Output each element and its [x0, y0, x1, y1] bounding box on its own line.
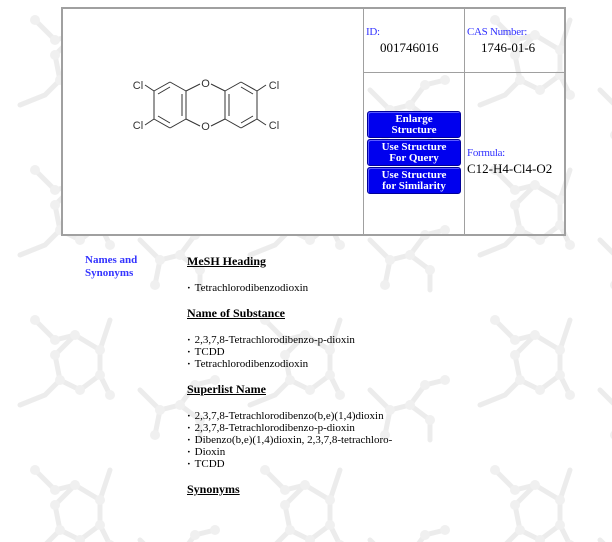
name-list: 2,3,7,8-Tetrachlorodibenzo(b,e)(1,4)diox…	[187, 410, 607, 470]
button-label-line: Use Structure	[381, 140, 447, 153]
bond	[144, 84, 155, 92]
button-label-line: for Similarity	[382, 179, 446, 192]
button-label-line: Structure	[391, 123, 437, 136]
names-and-synonyms-label: Names and Synonyms	[85, 254, 165, 280]
name-list: Tetrachlorodibenzodioxin	[187, 282, 607, 294]
atom-chlorine: Cl	[133, 80, 143, 92]
bond	[240, 118, 258, 129]
section-title: Name of Substance	[187, 306, 285, 320]
side-label-line: Names and	[85, 254, 138, 266]
section-name-of-substance: Name of Substance 2,3,7,8-Tetrachlorodib…	[187, 306, 607, 370]
id-cell: ID: 001746016	[364, 9, 465, 73]
section-synonyms: Synonyms	[187, 482, 607, 496]
chemical-structure-diagram: O O Cl Cl Cl Cl	[133, 78, 279, 133]
bond	[224, 118, 242, 129]
button-label-line: Use Structure	[381, 168, 447, 181]
formula-label: Formula:	[467, 147, 505, 159]
formula-value: C12-H4-Cl4-O2	[467, 161, 553, 176]
button-label-line: For Query	[389, 151, 439, 164]
id-value: 001746016	[380, 40, 439, 55]
list-item: 2,3,7,8-Tetrachlorodibenzo-p-dioxin	[187, 334, 607, 346]
bond	[185, 118, 201, 127]
section-mesh-heading: MeSH Heading Tetrachlorodibenzodioxin	[187, 254, 607, 294]
bond	[144, 118, 155, 126]
list-item: Dibenzo(b,e)(1,4)dioxin, 2,3,7,8-tetrach…	[187, 434, 607, 446]
bond	[210, 118, 226, 127]
atom-chlorine: Cl	[269, 120, 279, 132]
cas-cell: CAS Number: 1746-01-6	[465, 9, 564, 73]
formula-cell: Formula: C12-H4-Cl4-O2	[465, 73, 564, 234]
section-title: Synonyms	[187, 482, 240, 496]
compound-summary-table: O O Cl Cl Cl Cl ID: 001746016 CAS Number…	[61, 7, 566, 236]
cas-label: CAS Number:	[467, 26, 527, 38]
list-item: Dioxin	[187, 446, 607, 458]
id-label: ID:	[366, 26, 380, 38]
list-item: TCDD	[187, 346, 607, 358]
section-title: MeSH Heading	[187, 254, 267, 268]
button-label-line: Enlarge	[395, 112, 433, 125]
list-item: 2,3,7,8-Tetrachlorodibenzo(b,e)(1,4)diox…	[187, 410, 607, 422]
bond	[153, 81, 171, 92]
structure-cell: O O Cl Cl Cl Cl	[63, 9, 364, 234]
bond	[153, 118, 171, 129]
bond	[185, 83, 201, 92]
list-item: TCDD	[187, 458, 607, 470]
atom-oxygen: O	[201, 121, 210, 133]
page-content: O O Cl Cl Cl Cl ID: 001746016 CAS Number…	[0, 0, 612, 542]
bond	[169, 118, 187, 129]
section-title: Superlist Name	[187, 382, 266, 396]
bond	[210, 83, 226, 92]
name-list: 2,3,7,8-Tetrachlorodibenzo-p-dioxin TCDD…	[187, 334, 607, 370]
atom-oxygen: O	[201, 78, 210, 90]
structure-actions-cell: Enlarge Structure Use Structure For Quer…	[364, 73, 465, 234]
names-section: MeSH Heading Tetrachlorodibenzodioxin Na…	[187, 254, 607, 496]
list-item: Tetrachlorodibenzodioxin	[187, 282, 607, 294]
bond	[256, 84, 267, 92]
list-item: Tetrachlorodibenzodioxin	[187, 358, 607, 370]
atom-chlorine: Cl	[133, 120, 143, 132]
bond	[256, 118, 267, 126]
atom-chlorine: Cl	[269, 80, 279, 92]
use-structure-for-query-button[interactable]: Use Structure For Query	[367, 139, 461, 166]
enlarge-structure-button[interactable]: Enlarge Structure	[367, 111, 461, 138]
list-item: 2,3,7,8-Tetrachlorodibenzo-p-dioxin	[187, 422, 607, 434]
side-label-line: Synonyms	[85, 267, 134, 279]
bond	[240, 81, 258, 92]
section-superlist-name: Superlist Name 2,3,7,8-Tetrachlorodibenz…	[187, 382, 607, 470]
use-structure-for-similarity-button[interactable]: Use Structure for Similarity	[367, 167, 461, 194]
cas-value: 1746-01-6	[481, 40, 536, 55]
bond	[224, 81, 242, 92]
bond	[169, 81, 187, 92]
